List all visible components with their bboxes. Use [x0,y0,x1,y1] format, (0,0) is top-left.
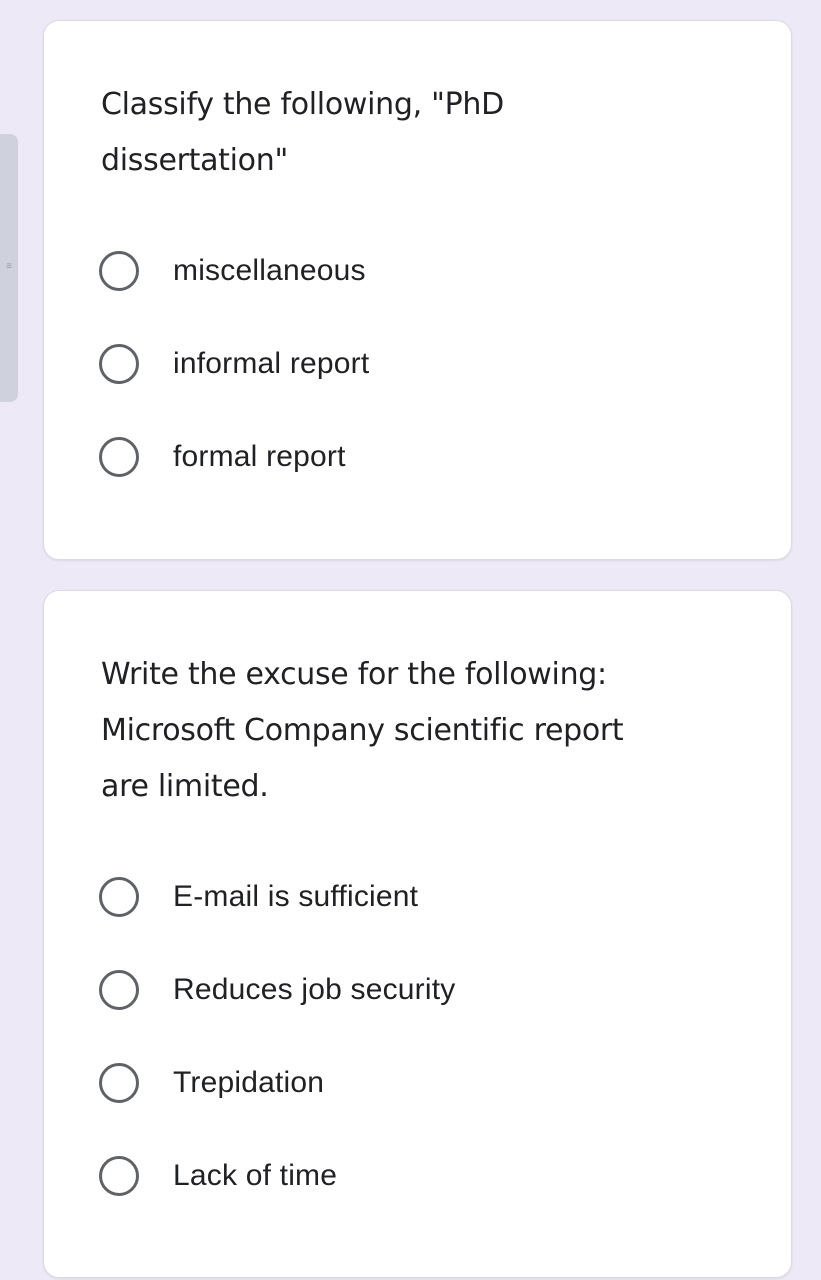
radio-option[interactable]: Lack of time [99,1156,337,1196]
radio-option[interactable]: miscellaneous [99,251,366,291]
option-label: miscellaneous [173,254,366,287]
list-icon: ≡ [6,261,12,272]
radio-option[interactable]: Trepidation [99,1063,324,1103]
radio-button-icon[interactable] [99,877,139,917]
question-card-2: Write the excuse for the following: Micr… [43,590,792,1278]
radio-option[interactable]: formal report [99,437,346,477]
question-title-line: Classify the following, "PhD [101,87,504,122]
radio-button-icon[interactable] [99,251,139,291]
option-label: Trepidation [173,1066,325,1099]
radio-button-icon[interactable] [99,437,139,477]
question-title-line: are limited. [101,769,269,804]
question-title-line: Write the excuse for the following: [101,657,607,692]
radio-button-icon[interactable] [99,970,139,1010]
option-label: Reduces job security [173,973,456,1006]
radio-button-icon[interactable] [99,1156,139,1196]
radio-option[interactable]: informal report [99,344,369,384]
question-title-line: Microsoft Company scientific report [101,713,624,748]
question-title-line: dissertation" [101,143,288,178]
side-panel-tab[interactable]: ≡ [0,134,18,402]
option-label: Lack of time [173,1159,338,1192]
question-title: Classify the following, "PhD dissertatio… [101,77,751,189]
option-label: E-mail is sufficient [173,880,419,913]
question-card-1: Classify the following, "PhD dissertatio… [43,20,792,560]
option-label: formal report [173,440,346,473]
question-title: Write the excuse for the following: Micr… [101,647,751,815]
radio-button-icon[interactable] [99,344,139,384]
radio-option[interactable]: E-mail is sufficient [99,877,418,917]
option-label: informal report [173,347,370,380]
radio-option[interactable]: Reduces job security [99,970,455,1010]
radio-button-icon[interactable] [99,1063,139,1103]
